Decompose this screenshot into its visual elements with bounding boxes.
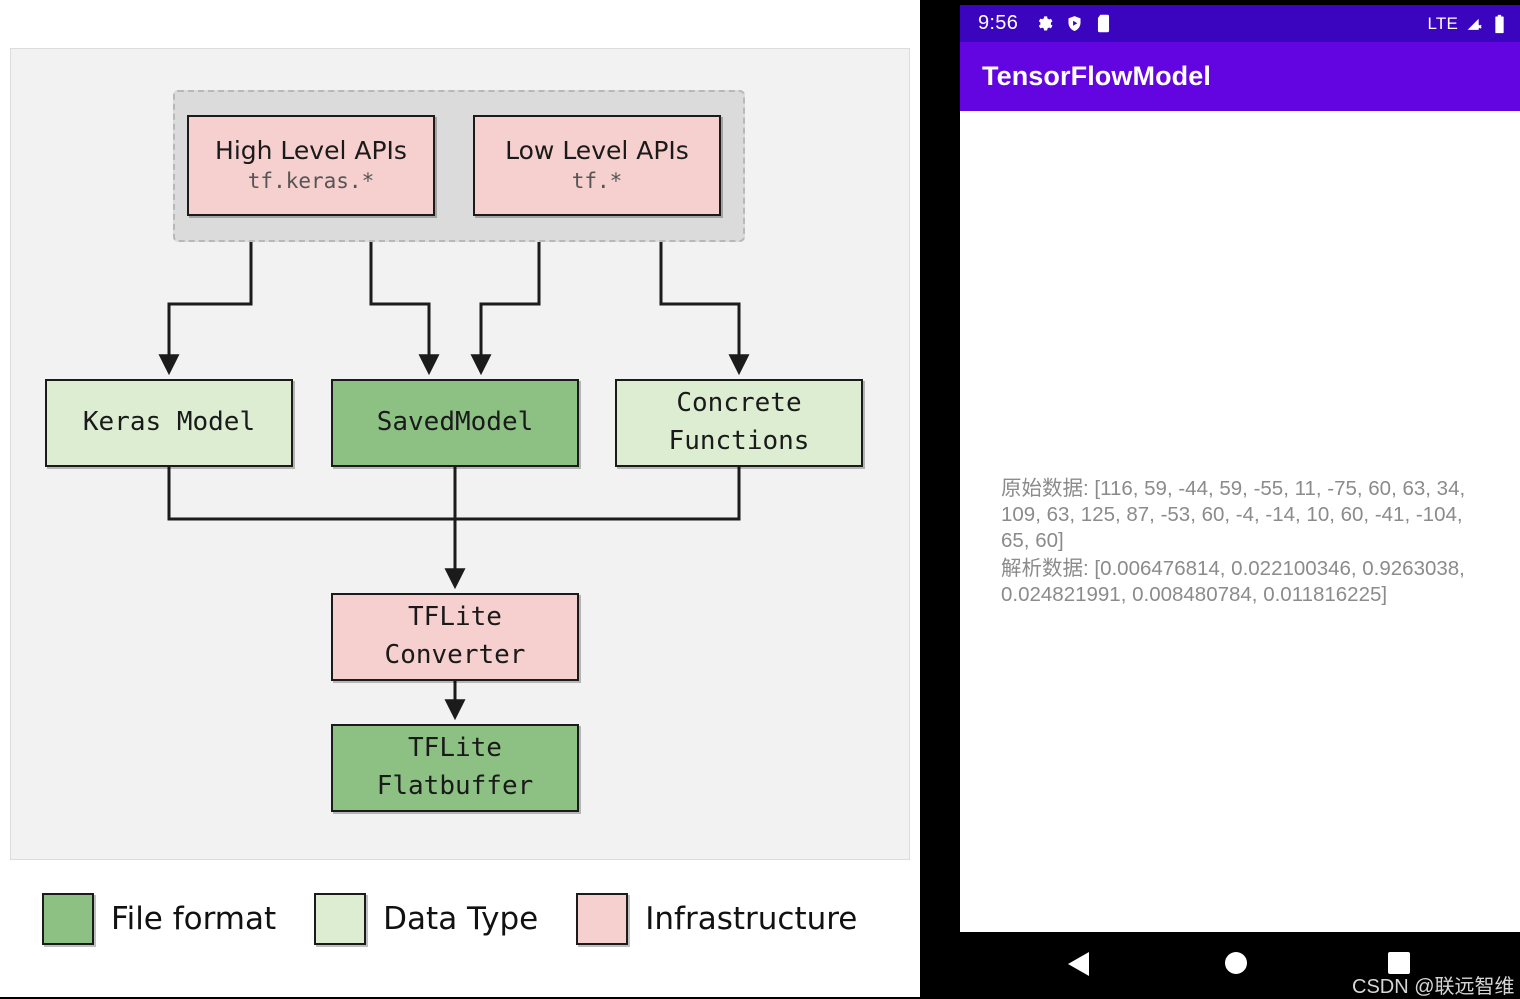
app-content-area: 原始数据: [116, 59, -44, 59, -55, 11, -75, 6… — [960, 111, 1520, 932]
app-bar: TensorFlowModel — [960, 42, 1520, 111]
status-right-icons: LTE — [1427, 14, 1506, 34]
inference-output-block: 原始数据: [116, 59, -44, 59, -55, 11, -75, 6… — [1001, 476, 1481, 610]
csdn-watermark: CSDN @联远智维 — [1352, 976, 1515, 998]
battery-full-icon — [1495, 14, 1504, 33]
raw-data-text: 原始数据: [116, 59, -44, 59, -55, 11, -75, 6… — [1001, 477, 1466, 552]
shield-play-icon — [1068, 16, 1081, 31]
sd-card-icon — [1098, 14, 1110, 33]
node-title: High Level APIs — [215, 135, 407, 165]
gear-icon — [1038, 16, 1053, 31]
app-title: TensorFlowModel — [982, 61, 1211, 91]
legend-swatch-infrastructure — [576, 893, 629, 945]
node-keras-model[interactable]: Keras Model — [45, 379, 293, 467]
home-circle-icon[interactable] — [1225, 952, 1247, 974]
node-title-line2: Converter — [384, 640, 526, 670]
legend-item-infrastructure: Infrastructure — [576, 893, 857, 945]
legend-item-file-format: File format — [42, 893, 276, 945]
node-title: SavedModel — [376, 407, 534, 438]
legend-swatch-file-format — [42, 893, 94, 945]
node-subtitle: tf.keras.* — [247, 169, 375, 194]
diagram-panel: High Level APIs tf.keras.* Low Level API… — [10, 48, 910, 860]
node-title: Low Level APIs — [505, 135, 689, 165]
parsed-data-text: 解析数据: [0.006476814, 0.022100346, 0.92630… — [1001, 557, 1465, 606]
node-concrete-functions[interactable]: Concrete Functions — [615, 379, 863, 467]
node-tflite-flatbuffer[interactable]: TFLite Flatbuffer — [331, 724, 579, 812]
node-title-line1: TFLite — [408, 733, 502, 764]
status-clock: 9:56 — [978, 12, 1019, 34]
network-type-label: LTE — [1427, 13, 1458, 33]
legend-label-data-type: Data Type — [383, 901, 539, 937]
node-title-line1: Concrete — [676, 388, 802, 419]
legend-swatch-data-type — [314, 893, 367, 945]
node-title-line2: Functions — [668, 426, 810, 456]
legend-item-data-type: Data Type — [314, 893, 538, 945]
phone-screen: 9:56 LTE TensorFlowModel 原始数据: [116, 59,… — [960, 5, 1520, 998]
tflite-conversion-diagram: High Level APIs tf.keras.* Low Level API… — [0, 0, 920, 997]
back-triangle-icon[interactable] — [1068, 952, 1089, 976]
node-tflite-converter[interactable]: TFLite Converter — [331, 593, 579, 681]
node-high-level-apis[interactable]: High Level APIs tf.keras.* — [187, 115, 435, 216]
node-title-line1: TFLite — [408, 602, 502, 633]
node-title: Keras Model — [82, 407, 256, 438]
node-subtitle: tf.* — [571, 169, 623, 194]
node-low-level-apis[interactable]: Low Level APIs tf.* — [473, 115, 721, 216]
node-saved-model[interactable]: SavedModel — [331, 379, 579, 467]
status-left-icons — [1034, 14, 1111, 33]
navigation-bar: CSDN @联远智维 — [960, 932, 1520, 998]
legend-label-file-format: File format — [111, 901, 277, 937]
legend-label-infrastructure: Infrastructure — [645, 901, 858, 937]
node-title-line2: Flatbuffer — [376, 771, 534, 801]
status-bar: 9:56 LTE — [960, 5, 1520, 42]
android-phone-screenshot: 9:56 LTE TensorFlowModel 原始数据: [116, 59,… — [920, 0, 1520, 998]
diagram-legend: File format Data Type Infrastructure — [30, 884, 900, 954]
signal-no-data-icon — [1467, 18, 1482, 30]
